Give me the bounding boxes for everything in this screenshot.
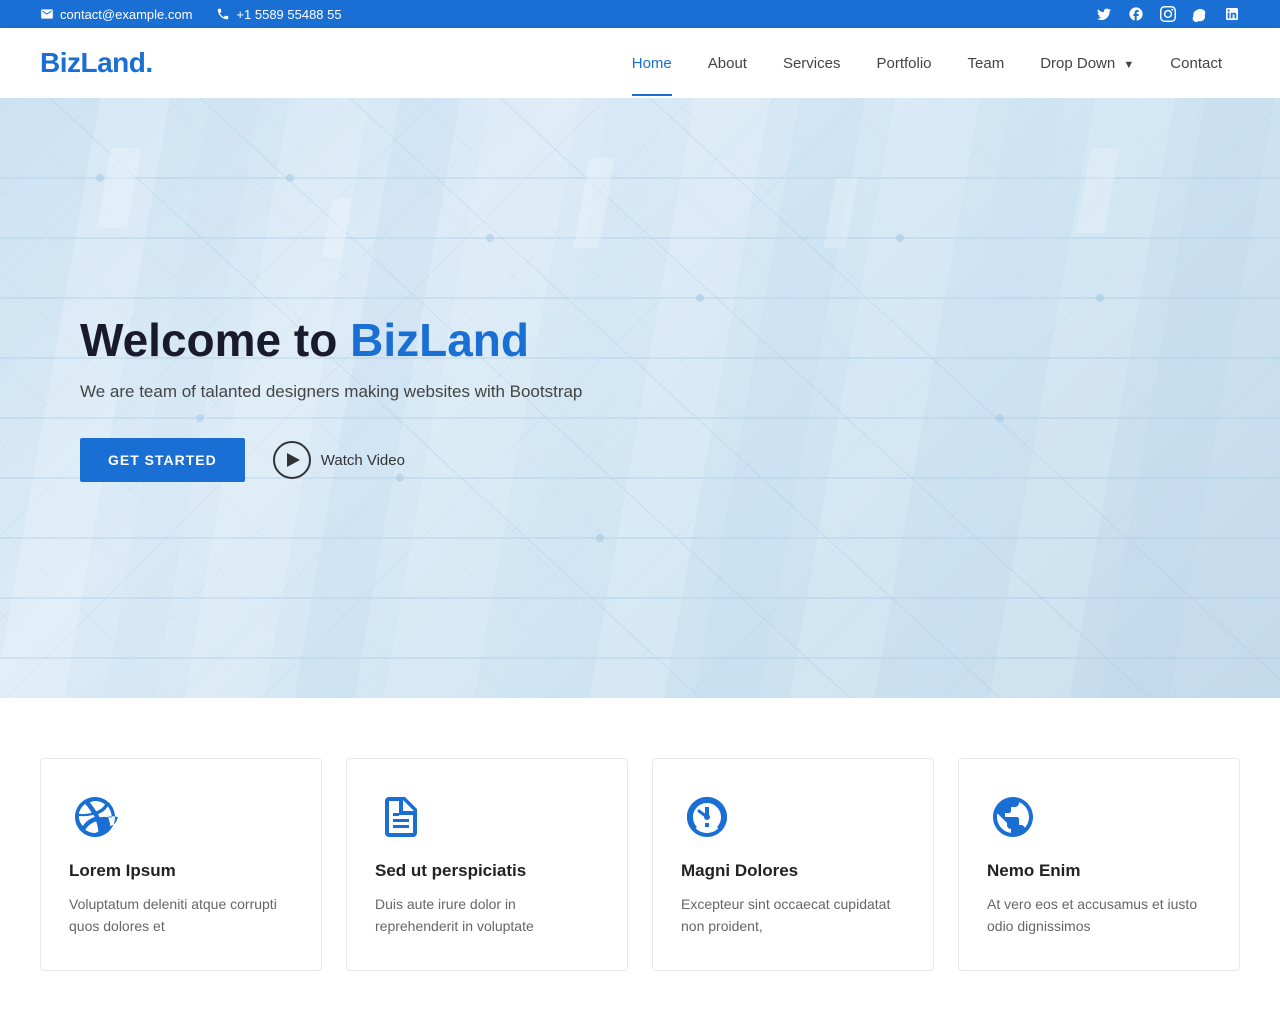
nav-item-team[interactable]: Team <box>950 31 1023 96</box>
top-bar-contact: contact@example.com +1 5589 55488 55 <box>40 7 342 22</box>
hero-content: Welcome to BizLand We are team of talant… <box>0 314 582 483</box>
hero-title: Welcome to BizLand <box>80 314 582 367</box>
feature-text-2: Duis aute irure dolor in reprehenderit i… <box>375 893 599 938</box>
email-icon <box>40 7 54 21</box>
document-icon <box>377 793 425 841</box>
feature-title-1: Lorem Ipsum <box>69 861 293 881</box>
facebook-icon <box>1128 6 1144 22</box>
linkedin-link[interactable] <box>1224 6 1240 22</box>
nav-item-home[interactable]: Home <box>614 31 690 96</box>
feature-icon-4 <box>987 791 1039 843</box>
feature-text-4: At vero eos et accusamus et iusto odio d… <box>987 893 1211 938</box>
hero-buttons: GET STARTED Watch Video <box>80 438 582 482</box>
logo[interactable]: BizLand. <box>40 47 153 79</box>
dribbble-icon <box>71 793 119 841</box>
feature-text-1: Voluptatum deleniti atque corrupti quos … <box>69 893 293 938</box>
watch-video-button[interactable]: Watch Video <box>273 441 405 479</box>
nav-item-contact[interactable]: Contact <box>1152 31 1240 96</box>
email-contact: contact@example.com <box>40 7 192 22</box>
feature-card-2: Sed ut perspiciatis Duis aute irure dolo… <box>346 758 628 971</box>
nav-link-portfolio[interactable]: Portfolio <box>858 31 949 96</box>
facebook-link[interactable] <box>1128 6 1144 22</box>
nav-link-contact[interactable]: Contact <box>1152 31 1240 96</box>
feature-card-3: Magni Dolores Excepteur sint occaecat cu… <box>652 758 934 971</box>
features-section: Lorem Ipsum Voluptatum deleniti atque co… <box>0 698 1280 991</box>
get-started-button[interactable]: GET STARTED <box>80 438 245 482</box>
feature-title-2: Sed ut perspiciatis <box>375 861 599 881</box>
nav-links: Home About Services Portfolio Team Drop … <box>614 31 1240 96</box>
twitter-icon <box>1096 6 1112 22</box>
phone-text: +1 5589 55488 55 <box>236 7 341 22</box>
hero-title-brand: BizLand <box>350 314 529 366</box>
feature-card-4: Nemo Enim At vero eos et accusamus et iu… <box>958 758 1240 971</box>
feature-text-3: Excepteur sint occaecat cupidatat non pr… <box>681 893 905 938</box>
watch-video-label: Watch Video <box>321 452 405 469</box>
nav-link-dropdown[interactable]: Drop Down ▼ <box>1022 31 1152 96</box>
speedometer-icon <box>683 793 731 841</box>
nav-link-team[interactable]: Team <box>950 31 1023 96</box>
globe-icon <box>989 793 1037 841</box>
logo-dot: . <box>145 47 152 78</box>
nav-item-services[interactable]: Services <box>765 31 859 96</box>
phone-contact: +1 5589 55488 55 <box>216 7 341 22</box>
feature-icon-1 <box>69 791 121 843</box>
top-bar: contact@example.com +1 5589 55488 55 <box>0 0 1280 28</box>
twitter-link[interactable] <box>1096 6 1112 22</box>
logo-text: BizLand <box>40 47 145 78</box>
skype-icon <box>1192 6 1208 22</box>
feature-title-3: Magni Dolores <box>681 861 905 881</box>
nav-item-about[interactable]: About <box>690 31 765 96</box>
feature-title-4: Nemo Enim <box>987 861 1211 881</box>
social-links <box>1096 6 1240 22</box>
navbar: BizLand. Home About Services Portfolio T… <box>0 28 1280 98</box>
email-text: contact@example.com <box>60 7 192 22</box>
play-icon <box>273 441 311 479</box>
hero-section: Welcome to BizLand We are team of talant… <box>0 98 1280 698</box>
nav-link-services[interactable]: Services <box>765 31 859 96</box>
instagram-link[interactable] <box>1160 6 1176 22</box>
nav-link-about[interactable]: About <box>690 31 765 96</box>
linkedin-icon <box>1224 6 1240 22</box>
nav-link-home[interactable]: Home <box>614 31 690 96</box>
chevron-down-icon: ▼ <box>1123 59 1134 71</box>
nav-item-portfolio[interactable]: Portfolio <box>858 31 949 96</box>
instagram-icon <box>1160 6 1176 22</box>
nav-item-dropdown[interactable]: Drop Down ▼ <box>1022 31 1152 96</box>
feature-card-1: Lorem Ipsum Voluptatum deleniti atque co… <box>40 758 322 971</box>
phone-icon <box>216 7 230 21</box>
skype-link[interactable] <box>1192 6 1208 22</box>
hero-title-prefix: Welcome to <box>80 314 350 366</box>
feature-icon-2 <box>375 791 427 843</box>
feature-icon-3 <box>681 791 733 843</box>
hero-subtitle: We are team of talanted designers making… <box>80 382 582 402</box>
